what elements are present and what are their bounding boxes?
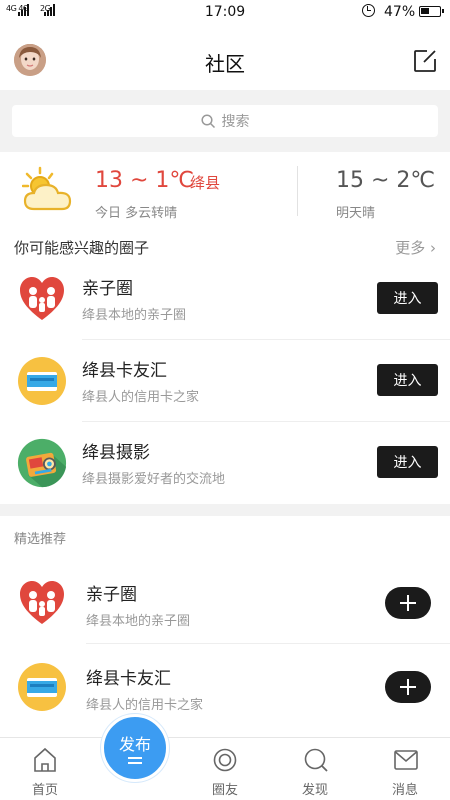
partly-cloudy-icon (22, 166, 72, 211)
list-item[interactable]: 绛县卡友汇 绛县人的信用卡之家 进入 (0, 340, 450, 422)
battery-icon (419, 6, 444, 17)
edit-button[interactable] (413, 49, 437, 73)
search-icon (200, 113, 215, 128)
enter-button[interactable]: 进入 (377, 282, 438, 314)
circle-description: 绛县人的信用卡之家 (86, 698, 204, 713)
publish-label: 发布 (118, 735, 151, 754)
home-icon (34, 747, 56, 772)
tomorrow-description: 明天晴 (336, 206, 376, 221)
search-icon (304, 748, 328, 772)
circle-description: 绛县本地的亲子圈 (82, 308, 187, 323)
search-placeholder: 搜索 (221, 114, 250, 130)
alarm-icon (362, 4, 375, 17)
search-area: 搜索 (0, 90, 450, 152)
list-item[interactable]: 亲子圈 绛县本地的亲子圈 (0, 560, 450, 644)
enter-button[interactable]: 进入 (377, 364, 438, 396)
menu-lines-icon (128, 757, 142, 767)
circle-name: 绛县卡友汇 (82, 361, 167, 381)
battery-percent: 47% (384, 4, 416, 20)
more-label: 更多 (395, 239, 426, 257)
today-temperature: 13 ~ 1℃ (95, 168, 195, 193)
search-input[interactable]: 搜索 (12, 105, 438, 137)
circle-name: 绛县摄影 (82, 443, 150, 463)
tab-label: 发现 (301, 783, 328, 798)
circle-description: 绛县本地的亲子圈 (86, 614, 191, 629)
edit-icon (414, 50, 436, 72)
city-name: 绛县 (190, 174, 221, 192)
tab-discover[interactable]: 发现 (270, 738, 360, 800)
tomorrow-temperature: 15 ~ 2℃ (336, 168, 436, 193)
tab-label: 圈友 (211, 783, 238, 798)
circle-name: 绛县卡友汇 (86, 669, 171, 689)
status-bar: 4G 4G 2G 17:09 47% (0, 0, 450, 24)
weather-card[interactable]: 13 ~ 1℃ 绛县 今日 多云转晴 15 ~ 2℃ 明天晴 (0, 152, 450, 234)
family-heart-icon (20, 277, 64, 320)
circle-name: 亲子圈 (82, 279, 133, 299)
circle-description: 绛县摄影爱好者的交流地 (82, 472, 226, 487)
clock: 17:09 (204, 4, 246, 20)
today-description: 今日 多云转晴 (95, 206, 178, 221)
divider (297, 166, 298, 216)
featured-section-title: 精选推荐 (14, 532, 67, 547)
credit-card-icon (18, 357, 66, 405)
camera-icon (17, 438, 67, 488)
app-header: 社区 (0, 30, 450, 90)
add-button[interactable] (385, 671, 431, 703)
circle-name: 亲子圈 (86, 585, 137, 605)
tab-label: 首页 (31, 783, 58, 798)
target-icon (213, 748, 237, 772)
tab-messages[interactable]: 消息 (360, 738, 450, 800)
tab-label: 消息 (391, 783, 418, 798)
mail-icon (394, 750, 418, 770)
list-item[interactable]: 绛县摄影 绛县摄影爱好者的交流地 进入 (0, 422, 450, 504)
credit-card-icon (18, 663, 66, 711)
page-title: 社区 (205, 52, 245, 76)
publish-button[interactable]: 发布 (101, 714, 169, 782)
chevron-right-icon: › (425, 239, 436, 257)
list-item[interactable]: 亲子圈 绛县本地的亲子圈 进入 (0, 258, 450, 340)
bottom-tab-bar: 首页 圈友 发现 消息 (0, 737, 450, 800)
list-item[interactable]: 绛县卡友汇 绛县人的信用卡之家 (0, 644, 450, 728)
tab-friends[interactable]: 圈友 (180, 738, 270, 800)
circle-description: 绛县人的信用卡之家 (82, 390, 200, 405)
add-button[interactable] (385, 587, 431, 619)
tab-home[interactable]: 首页 (0, 738, 90, 800)
family-heart-icon (20, 581, 64, 624)
more-link[interactable]: 更多 › (395, 237, 436, 258)
section-title: 你可能感兴趣的圈子 (14, 239, 150, 257)
section-gap (0, 504, 450, 516)
enter-button[interactable]: 进入 (377, 446, 438, 478)
